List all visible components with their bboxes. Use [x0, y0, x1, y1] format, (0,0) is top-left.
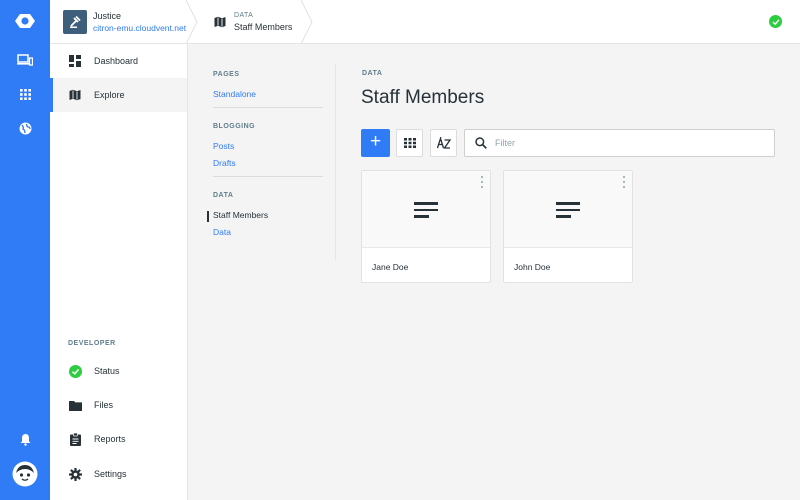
map-icon [214, 16, 226, 28]
page-title: Staff Members [361, 87, 485, 108]
collection-link-staff-members[interactable]: Staff Members [207, 207, 323, 224]
collection-link-data[interactable]: Data [213, 224, 323, 241]
rail-domains-button[interactable] [0, 111, 50, 145]
check-circle-icon [772, 18, 780, 26]
divider [213, 107, 323, 108]
rail-apps-button[interactable] [0, 77, 50, 111]
collection-link-drafts[interactable]: Drafts [213, 155, 323, 172]
site-status-indicator[interactable] [769, 15, 782, 28]
collection-group-heading: BLOGGING [213, 123, 256, 130]
project-thumbnail [63, 9, 87, 34]
item-card[interactable]: John Doe [503, 170, 633, 283]
breadcrumb-separator [301, 0, 313, 44]
nav-item-dashboard[interactable]: Dashboard [50, 44, 187, 78]
check-circle-icon [68, 364, 82, 378]
gear-icon [68, 467, 82, 481]
card-more-icon[interactable] [621, 176, 627, 188]
collection-link-posts[interactable]: Posts [213, 138, 323, 155]
collection-link-standalone[interactable]: Standalone [213, 86, 323, 103]
breadcrumb-title: Staff Members [234, 22, 293, 32]
sort-button[interactable] [430, 129, 457, 157]
filter-input[interactable] [495, 138, 755, 148]
search-icon [475, 137, 487, 149]
divider [213, 176, 323, 177]
card-preview [504, 171, 632, 248]
sort-az-icon [436, 137, 451, 149]
apps-grid-icon [19, 88, 31, 100]
nav-item-settings[interactable]: Settings [50, 457, 187, 491]
item-card[interactable]: Jane Doe [361, 170, 491, 283]
site-nav: Dashboard Explore DEVELOPER Status Files… [50, 44, 188, 500]
notifications-button[interactable] [0, 422, 50, 456]
map-icon [68, 88, 82, 102]
rail-sites-button[interactable] [0, 43, 50, 77]
nav-item-label: Dashboard [94, 56, 139, 66]
nav-item-label: Files [94, 400, 114, 410]
breadcrumb[interactable]: DATA Staff Members [198, 0, 303, 44]
clipboard-icon [68, 432, 82, 446]
app-rail [0, 0, 50, 500]
logo-icon [14, 13, 36, 29]
developer-heading: DEVELOPER [68, 340, 116, 347]
grid-view-button[interactable] [396, 129, 423, 157]
dashboard-icon [68, 54, 82, 68]
notifications-bell-icon [20, 433, 31, 446]
breadcrumb-group: DATA [234, 12, 254, 19]
card-title: John Doe [514, 262, 551, 272]
project-switcher[interactable]: Justice citron-emu.cloudvent.net [50, 0, 198, 44]
card-preview [362, 171, 490, 248]
filter-field[interactable] [464, 129, 775, 157]
collection-group-heading: DATA [213, 192, 234, 199]
project-url[interactable]: citron-emu.cloudvent.net [93, 22, 186, 34]
collection-group-data: DATA Staff Members Data [207, 192, 323, 241]
nav-item-status[interactable]: Status [50, 354, 187, 388]
collection-group-label: DATA [362, 70, 383, 77]
text-lines-icon [556, 202, 580, 222]
text-lines-icon [414, 202, 438, 222]
folder-icon [68, 398, 82, 412]
user-avatar-icon [12, 461, 38, 487]
globe-icon [19, 122, 32, 135]
breadcrumb-separator [186, 0, 198, 44]
nav-item-reports[interactable]: Reports [50, 422, 187, 456]
panel-divider [335, 64, 336, 260]
collections-panel: PAGES Standalone BLOGGING Posts Drafts D… [188, 44, 336, 500]
nav-item-label: Explore [94, 90, 125, 100]
collection-group-pages: PAGES Standalone [213, 71, 323, 103]
card-more-icon[interactable] [479, 176, 485, 188]
collection-group-blogging: BLOGGING Posts Drafts [213, 123, 323, 172]
logo-button[interactable] [0, 4, 50, 38]
nav-item-label: Status [94, 366, 120, 376]
grid-view-icon [403, 138, 416, 148]
nav-item-files[interactable]: Files [50, 388, 187, 422]
project-name: Justice [93, 10, 122, 21]
card-title: Jane Doe [372, 262, 409, 272]
nav-item-label: Settings [94, 469, 127, 479]
topbar: DATA Staff Members [186, 0, 800, 44]
add-item-button[interactable]: + [361, 129, 390, 157]
nav-item-explore[interactable]: Explore [50, 78, 187, 112]
nav-item-label: Reports [94, 434, 126, 444]
collection-group-heading: PAGES [213, 71, 240, 78]
devices-icon [17, 54, 33, 66]
user-avatar-button[interactable] [0, 457, 50, 491]
